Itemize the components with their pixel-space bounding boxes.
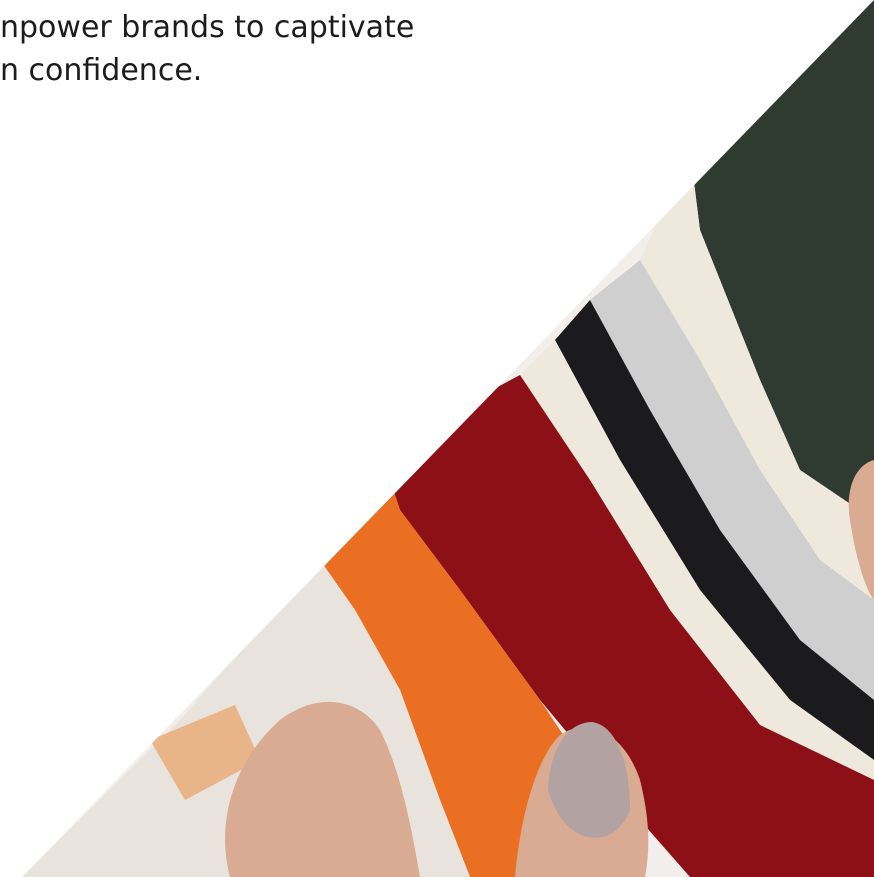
page: npower brands to captivate n confidence. — [0, 0, 874, 877]
fabric-swatches-photo — [22, 0, 874, 877]
